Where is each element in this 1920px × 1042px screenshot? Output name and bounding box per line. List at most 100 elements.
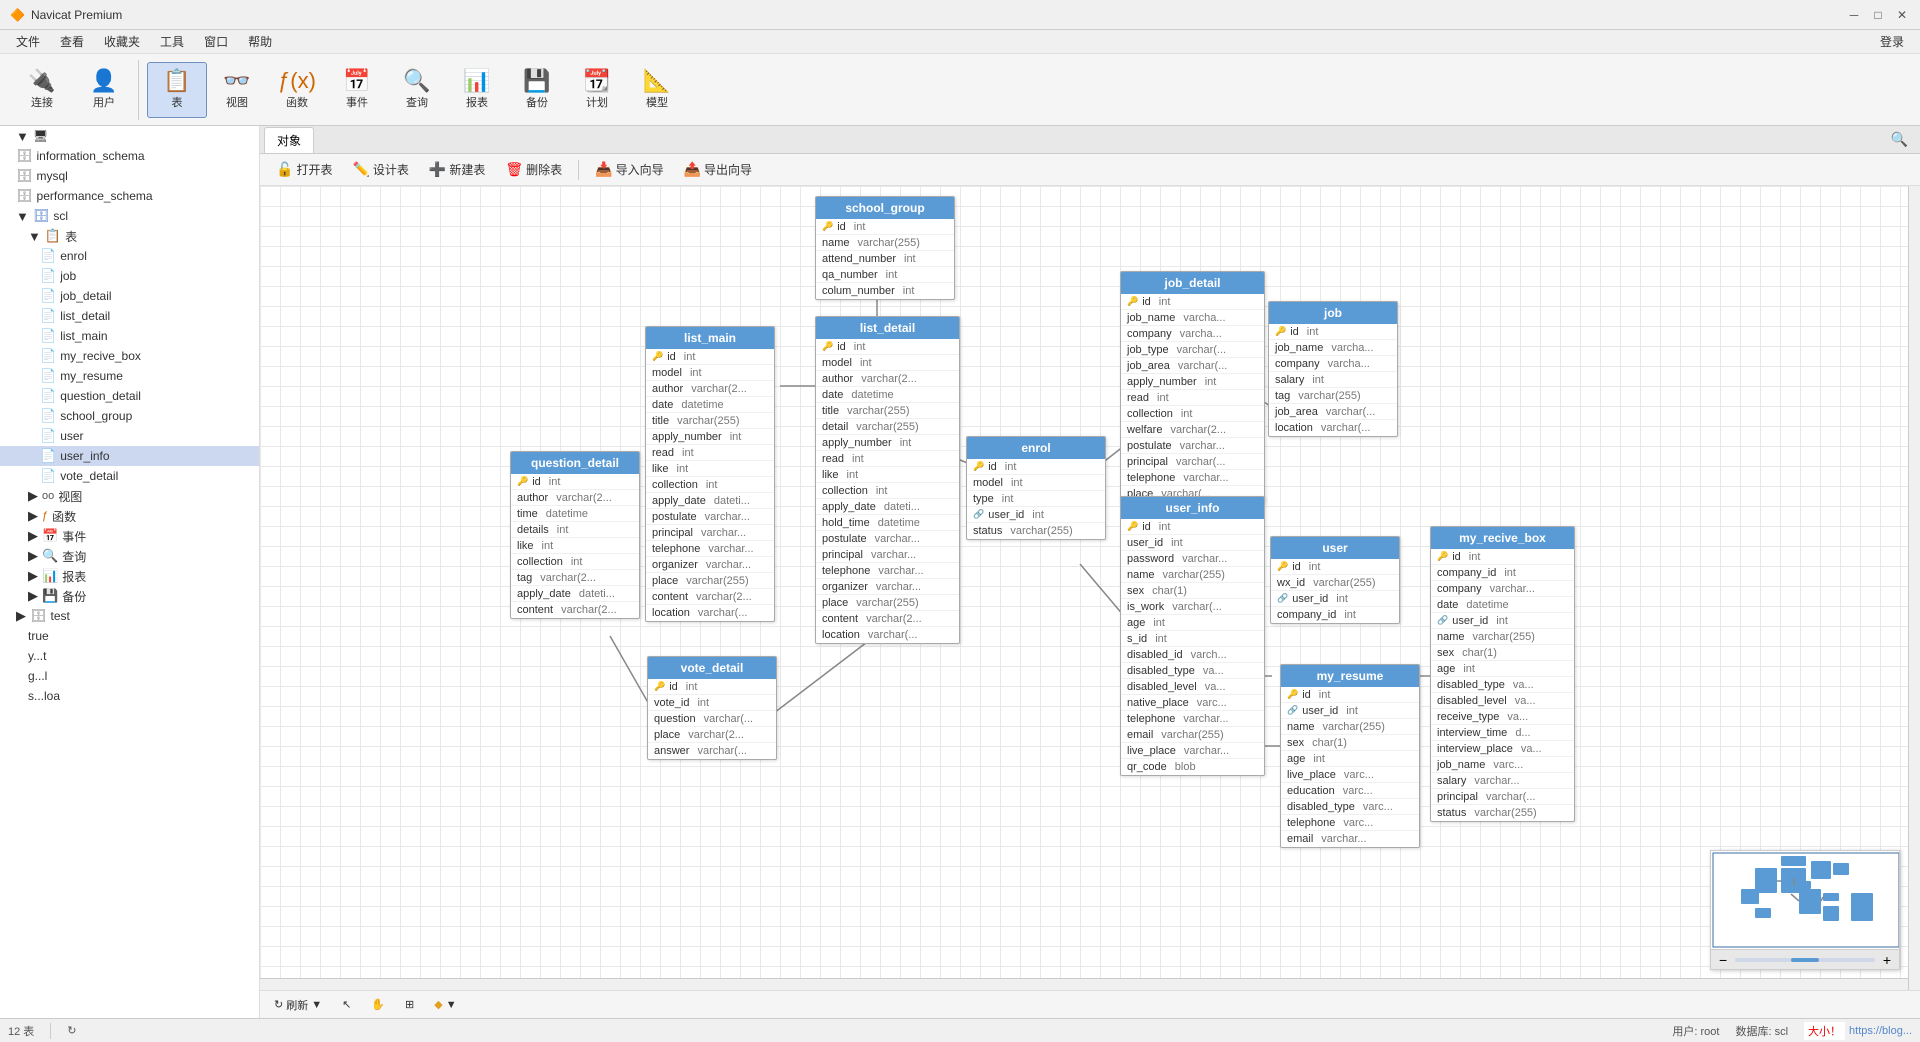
sidebar-item-user[interactable]: 📄 user [0,426,259,446]
login-button[interactable]: 登录 [1872,31,1912,52]
sidebar-item-information-schema[interactable]: 🗄 information_schema [0,146,259,166]
color-tool-btn[interactable]: ◆ ▼ [428,996,462,1013]
new-table-btn[interactable]: ➕ 新建表 [421,158,493,181]
toolbar-user-btn[interactable]: 👤 用户 [74,62,134,118]
er-table-header: school_group [816,197,954,219]
sidebar-item-queries[interactable]: ▶ 🔍 查询 [0,546,259,566]
sidebar-item-list-main[interactable]: 📄 list_main [0,326,259,346]
menu-view[interactable]: 查看 [52,31,92,52]
refresh-btn[interactable]: ↻ 刷新 ▼ [268,995,328,1015]
sidebar-item-my-resume[interactable]: 📄 my_resume [0,366,259,386]
toolbar-backup-btn[interactable]: 💾 备份 [507,62,567,118]
toolbar-func-label: 函数 [286,94,308,110]
toolbar-connect-btn[interactable]: 🔌 连接 [12,62,72,118]
er-table-header: question_detail [511,452,639,474]
table-icon: 📄 [40,328,56,344]
zoom-plus-btn[interactable]: + [1879,952,1895,968]
minimize-button[interactable]: ─ [1846,7,1862,23]
zoom-minus-btn[interactable]: − [1715,952,1731,968]
content-area: 对象 🔍 🔓 打开表 ✏️ 设计表 ➕ 新建表 🗑 删除表 [260,126,1920,1018]
table-row: postulatevarchar... [1121,438,1264,454]
er-table-my-resume[interactable]: my_resume 🔑idint 🔗user_idint namevarchar… [1280,664,1420,848]
report-icon: 📊 [42,568,58,584]
er-table-school-group[interactable]: school_group 🔑 id int name varchar(255) … [815,196,955,300]
maximize-button[interactable]: □ [1870,7,1886,23]
menu-help[interactable]: 帮助 [240,31,280,52]
er-table-my-recive-box[interactable]: my_recive_box 🔑idint company_idint compa… [1430,526,1575,822]
sidebar-item-backups[interactable]: ▶ 💾 备份 [0,586,259,606]
er-table-list-detail[interactable]: list_detail 🔑idint modelint authorvarcha… [815,316,960,644]
hand-icon: ✋ [371,998,385,1011]
sidebar-item-views[interactable]: ▶ oo 视图 [0,486,259,506]
sidebar-item-job-detail[interactable]: 📄 job_detail [0,286,259,306]
table-row: job_typevarchar(... [1121,342,1264,358]
fit-tool-btn[interactable]: ⊞ [399,996,420,1013]
sidebar-item-school-group[interactable]: 📄 school_group [0,406,259,426]
sidebar-item-events[interactable]: ▶ 📅 事件 [0,526,259,546]
toolbar-view-btn[interactable]: 👓 视图 [207,62,267,118]
menu-file[interactable]: 文件 [8,31,48,52]
sidebar-item-list-detail[interactable]: 📄 list_detail [0,306,259,326]
sidebar-item-test-y[interactable]: y...t [0,646,259,666]
menu-favorites[interactable]: 收藏夹 [96,31,148,52]
toolbar-report-btn[interactable]: 📊 报表 [447,62,507,118]
delete-table-btn[interactable]: 🗑 删除表 [497,158,570,181]
design-table-btn[interactable]: ✏️ 设计表 [344,158,416,181]
table-row: apply_numberint [1121,374,1264,390]
er-table-user[interactable]: user 🔑idint wx_idvarchar(255) 🔗user_idin… [1270,536,1400,624]
export-wizard-btn[interactable]: 📤 导出向导 [676,158,760,181]
er-table-user-info[interactable]: user_info 🔑idint user_idint passwordvarc… [1120,496,1265,776]
table-row: namevarchar(255) [1121,567,1264,583]
er-table-job-detail[interactable]: job_detail 🔑idint job_namevarcha... comp… [1120,271,1265,503]
fk-icon: 🔗 [1277,593,1288,604]
tab-objects[interactable]: 对象 [264,127,314,153]
sidebar-item-user-info[interactable]: 📄 user_info [0,446,259,466]
sidebar-item-performance-schema[interactable]: 🗄 performance_schema [0,186,259,206]
sidebar-item-job[interactable]: 📄 job [0,266,259,286]
toolbar-schedule-btn[interactable]: 📆 计划 [567,62,627,118]
delete-icon: 🗑 [505,161,523,178]
close-button[interactable]: ✕ [1894,7,1910,23]
er-table-job[interactable]: job 🔑idint job_namevarcha... companyvarc… [1268,301,1398,437]
horizontal-scrollbar[interactable] [260,978,1908,990]
sidebar-item-test-s[interactable]: s...loa [0,686,259,706]
table-row: telephonevarchar... [1121,711,1264,727]
toolbar-table-btn[interactable]: 📋 表 [147,62,207,118]
open-table-btn[interactable]: 🔓 打开表 [268,158,340,181]
er-canvas[interactable]: school_group 🔑 id int name varchar(255) … [260,186,1920,990]
search-icon[interactable]: 🔍 [1883,127,1916,152]
menu-tools[interactable]: 工具 [152,31,192,52]
sidebar-item-enrol[interactable]: 📄 enrol [0,246,259,266]
table-row: user_idint [1121,535,1264,551]
toolbar-event-btn[interactable]: 📅 事件 [327,62,387,118]
sidebar-item-root[interactable]: ▼ 🖥 [0,126,259,146]
sidebar-item-vote-detail[interactable]: 📄 vote_detail [0,466,259,486]
sidebar-item-question-detail[interactable]: 📄 question_detail [0,386,259,406]
er-table-vote-detail[interactable]: vote_detail 🔑idint vote_idint questionva… [647,656,777,760]
toolbar-func-btn[interactable]: ƒ(x) 函数 [267,62,327,118]
vertical-scrollbar[interactable] [1908,186,1920,990]
er-table-question-detail[interactable]: question_detail 🔑idint authorvarchar(2..… [510,451,640,619]
sidebar-item-reports[interactable]: ▶ 📊 报表 [0,566,259,586]
sidebar-item-test-g[interactable]: g...l [0,666,259,686]
table-row: principalvarchar(... [1121,454,1264,470]
cursor-tool-btn[interactable]: ↖ [336,996,357,1013]
sidebar-item-test[interactable]: ▶ 🗄 test [0,606,259,626]
er-table-enrol[interactable]: enrol 🔑idint modelint typeint 🔗user_idin… [966,436,1106,540]
sidebar-item-mysql[interactable]: 🗄 mysql [0,166,259,186]
sidebar-item-my-recive-box[interactable]: 📄 my_recive_box [0,346,259,366]
sidebar-item-tables[interactable]: ▼ 📋 表 [0,226,259,246]
import-wizard-btn[interactable]: 📥 导入向导 [587,158,671,181]
cursor-icon: ↖ [342,998,351,1011]
expand-icon: ▶ [28,568,38,584]
table-row: telephonevarchar... [816,563,959,579]
table-row: company_idint [1431,565,1574,581]
toolbar-query-btn[interactable]: 🔍 查询 [387,62,447,118]
er-table-list-main[interactable]: list_main 🔑idint modelint authorvarchar(… [645,326,775,622]
toolbar-model-btn[interactable]: 📐 模型 [627,62,687,118]
hand-tool-btn[interactable]: ✋ [365,996,391,1013]
sidebar-item-scl[interactable]: ▼ 🗄 scl [0,206,259,226]
menu-window[interactable]: 窗口 [196,31,236,52]
sidebar-item-functions[interactable]: ▶ ƒ 函数 [0,506,259,526]
sidebar-item-test-true[interactable]: true [0,626,259,646]
